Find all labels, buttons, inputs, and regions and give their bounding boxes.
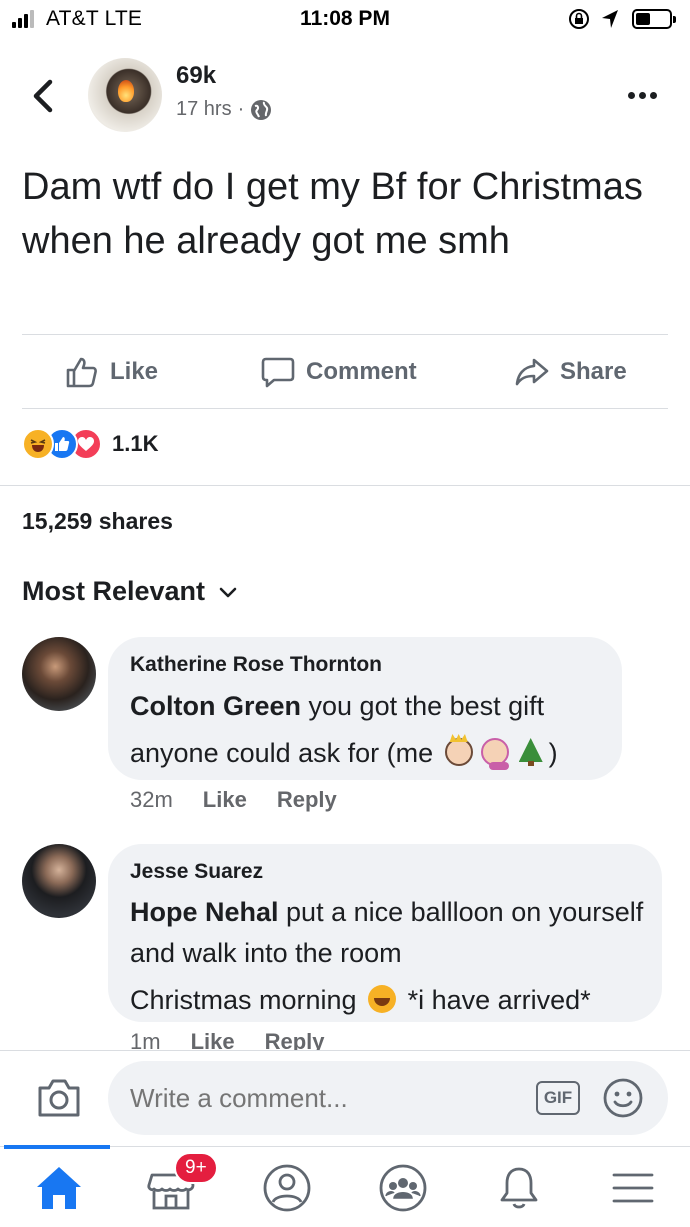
poster-avatar[interactable] (88, 58, 162, 132)
comment-reply-button[interactable]: Reply (277, 787, 337, 813)
post-time[interactable]: 17 hrs (176, 98, 232, 121)
location-icon (602, 10, 618, 28)
comment-mention[interactable]: Hope Nehal (130, 897, 279, 927)
rotation-lock-icon (569, 9, 589, 29)
comment-bubble: Jesse Suarez Hope Nehal put a nice balll… (108, 844, 662, 1022)
comment-sort-dropdown[interactable]: Most Relevant (22, 576, 239, 607)
home-icon (37, 1167, 81, 1209)
post-action-bar: Like Comment Share (0, 336, 690, 408)
share-icon (515, 358, 549, 386)
chevron-down-icon (219, 587, 237, 597)
share-count[interactable]: 15,259 shares (22, 508, 173, 535)
like-label: Like (110, 358, 159, 385)
globe-icon (251, 99, 272, 120)
reaction-count: 1.1K (112, 431, 159, 456)
share-button[interactable]: Share (514, 354, 627, 390)
nav-profile-tab[interactable] (260, 1161, 314, 1215)
reactions-summary[interactable]: 1.1K (22, 428, 158, 460)
comment-author[interactable]: Katherine Rose Thornton (130, 653, 382, 677)
emoji-picker-icon[interactable] (602, 1077, 644, 1119)
laughing-emoji-icon (368, 985, 397, 1013)
thumbs-up-icon (66, 357, 97, 388)
post-text: Dam wtf do I get my Bf for Christmas whe… (22, 166, 643, 262)
divider (22, 334, 668, 335)
comment-composer: GIF (0, 1050, 690, 1146)
poster-name[interactable]: 69k (176, 62, 216, 90)
camera-icon[interactable] (36, 1077, 82, 1119)
bottom-navigation (0, 1145, 690, 1227)
divider (0, 485, 690, 486)
hamburger-menu-icon (612, 1173, 654, 1203)
tipping-hand-emoji-icon (480, 738, 509, 770)
comment-text: Colton Green you got the best gift anyon… (130, 683, 610, 777)
groups-icon (379, 1164, 427, 1212)
commenter-avatar[interactable] (22, 637, 96, 711)
marketplace-notification-badge: 9+ (174, 1152, 218, 1184)
active-tab-indicator (4, 1145, 110, 1149)
comment-bubble: Katherine Rose Thornton Colton Green you… (108, 637, 622, 780)
divider (22, 408, 668, 409)
comment-author[interactable]: Jesse Suarez (130, 860, 263, 884)
share-label: Share (560, 358, 627, 385)
comment-label: Comment (306, 358, 417, 385)
commenter-avatar[interactable] (22, 844, 96, 918)
comment-button[interactable]: Comment (260, 354, 417, 390)
comment-input[interactable] (108, 1061, 668, 1135)
back-button[interactable] (28, 78, 58, 114)
christmas-tree-emoji-icon (517, 738, 545, 766)
comment-like-button[interactable]: Like (203, 787, 247, 813)
post-meta: 17 hrs · (176, 98, 272, 121)
battery-icon (632, 9, 676, 29)
comment-body-line3-end: *i have arrived* (400, 985, 591, 1015)
princess-emoji-icon (444, 738, 473, 766)
comment-mention[interactable]: Colton Green (130, 691, 301, 721)
nav-home-tab[interactable] (32, 1161, 86, 1215)
sort-label: Most Relevant (22, 576, 206, 606)
nav-menu-tab[interactable] (606, 1161, 660, 1215)
more-options-button[interactable] (628, 92, 657, 99)
comment-time: 32m (130, 787, 173, 812)
like-button[interactable]: Like (64, 354, 158, 390)
nav-notifications-tab[interactable] (492, 1161, 546, 1215)
comment-icon (261, 357, 295, 388)
gif-button[interactable]: GIF (536, 1081, 580, 1115)
meta-separator: · (237, 98, 245, 120)
comment-body-end: ) (548, 738, 558, 768)
comment-text: Hope Nehal put a nice ballloon on yourse… (130, 892, 650, 1021)
comment-body-line3: Christmas morning (130, 985, 365, 1015)
profile-icon (263, 1164, 311, 1212)
comment-meta: 32m Like Reply (130, 787, 337, 813)
status-bar: AT&T LTE 11:08 PM (0, 0, 690, 40)
haha-reaction-icon (22, 428, 54, 460)
bell-icon (500, 1167, 538, 1209)
nav-groups-tab[interactable] (376, 1161, 430, 1215)
